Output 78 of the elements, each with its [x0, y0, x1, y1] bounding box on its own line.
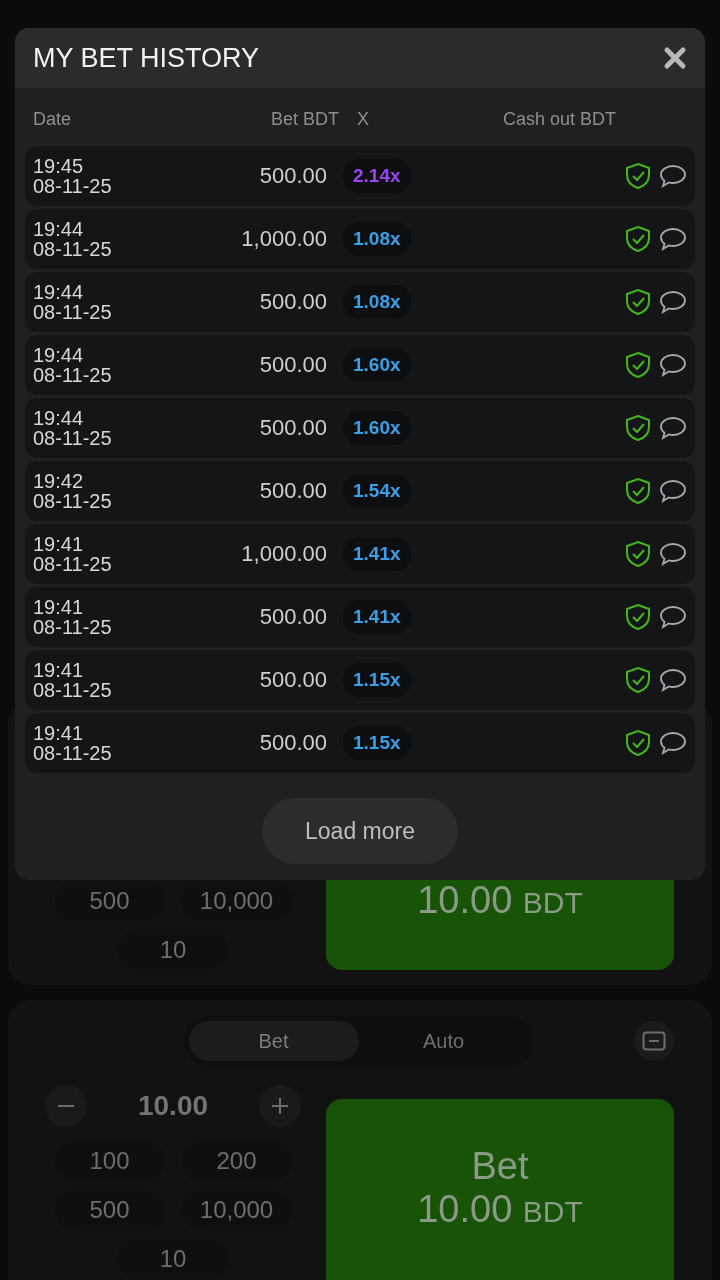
multiplier-badge: 1.60x [343, 348, 411, 382]
shield-check-icon [625, 729, 651, 757]
chat-icon [659, 478, 687, 504]
multiplier-badge: 1.08x [343, 285, 411, 319]
date-cell-text: 19:44 08-11-25 [33, 408, 113, 448]
bet-cell-text: 500.00 [258, 352, 327, 378]
date-cell-text: 19:44 08-11-25 [33, 282, 113, 322]
chat-icon [659, 352, 687, 378]
amount-chip[interactable]: 500 [54, 1190, 165, 1230]
amount-chip[interactable]: 10,000 [181, 1190, 292, 1230]
multiplier-badge: 2.14x [343, 159, 411, 193]
multiplier-badge: 1.41x [343, 537, 411, 571]
bet-cell-text: 500.00 [258, 289, 327, 315]
tab[interactable]: Bet [188, 1021, 359, 1061]
dialog-title: MY BET HISTORY [33, 42, 260, 74]
amount-chip[interactable]: 10 [118, 1239, 228, 1279]
multiplier-badge: 1.54x [343, 474, 411, 508]
shield-check-icon [625, 351, 651, 379]
bet-amount: 10.00 BDT [417, 1188, 583, 1231]
close-button[interactable] [663, 46, 687, 70]
amount-chip[interactable]: 500 [54, 881, 165, 921]
amount-chip[interactable]: 200 [181, 1141, 292, 1181]
plus-icon [271, 1097, 289, 1115]
shield-check-icon [625, 540, 651, 568]
shield-check-icon [625, 162, 651, 190]
column-header: Date [33, 108, 73, 130]
column-header: X [357, 108, 370, 130]
chat-icon [659, 163, 687, 189]
multiplier-badge: 1.08x [343, 222, 411, 256]
bet-amount: 10.00 BDT [417, 879, 583, 922]
minus-icon [57, 1105, 75, 1107]
shield-check-icon [625, 603, 651, 631]
shield-check-icon [625, 477, 651, 505]
date-cell-text: 19:44 08-11-25 [33, 345, 113, 385]
bet-cell-text: 500.00 [258, 730, 327, 756]
chat-icon [659, 730, 687, 756]
stake-amount: 10.00 [137, 1090, 209, 1122]
chat-icon [659, 289, 687, 315]
date-cell-text: 19:44 08-11-25 [33, 219, 113, 259]
chat-icon [659, 541, 687, 567]
date-cell-text: 19:42 08-11-25 [33, 471, 113, 511]
bet-label: Bet [471, 1145, 529, 1188]
collapse-button[interactable] [634, 1021, 674, 1061]
column-header: Cash out BDT [503, 108, 617, 130]
bet-cell-text: 1,000.00 [240, 541, 327, 567]
chat-icon [659, 415, 687, 441]
amount-chip[interactable]: 10 [118, 930, 228, 970]
chat-icon [659, 667, 687, 693]
chat-icon [659, 604, 687, 630]
date-cell-text: 19:41 08-11-25 [33, 597, 113, 637]
bet-cell-text: 500.00 [258, 415, 327, 441]
load-more-button[interactable]: Load more [262, 798, 458, 864]
minus-square-icon [642, 1031, 666, 1051]
bet-cell-text: 1,000.00 [240, 226, 327, 252]
tab[interactable]: Auto [358, 1021, 529, 1061]
amount-chip[interactable]: 100 [54, 1141, 165, 1181]
shield-check-icon [625, 288, 651, 316]
multiplier-badge: 1.15x [343, 726, 411, 760]
multiplier-badge: 1.41x [343, 600, 411, 634]
chat-icon [659, 226, 687, 252]
shield-check-icon [625, 225, 651, 253]
bet-cell-text: 500.00 [258, 163, 327, 189]
increase-button[interactable] [259, 1085, 301, 1127]
multiplier-badge: 1.15x [343, 663, 411, 697]
close-icon [663, 46, 687, 70]
bet-button[interactable]: Bet 10.00 BDT [326, 1099, 674, 1280]
bet-cell-text: 500.00 [258, 667, 327, 693]
date-cell-text: 19:45 08-11-25 [33, 156, 113, 196]
date-cell-text: 19:41 08-11-25 [33, 534, 113, 574]
bet-cell-text: 500.00 [258, 478, 327, 504]
multiplier-badge: 1.60x [343, 411, 411, 445]
date-cell-text: 19:41 08-11-25 [33, 723, 113, 763]
column-header: Bet BDT [269, 108, 339, 130]
date-cell-text: 19:41 08-11-25 [33, 660, 113, 700]
bet-cell-text: 500.00 [258, 604, 327, 630]
shield-check-icon [625, 414, 651, 442]
shield-check-icon [625, 666, 651, 694]
amount-chip[interactable]: 10,000 [181, 881, 292, 921]
